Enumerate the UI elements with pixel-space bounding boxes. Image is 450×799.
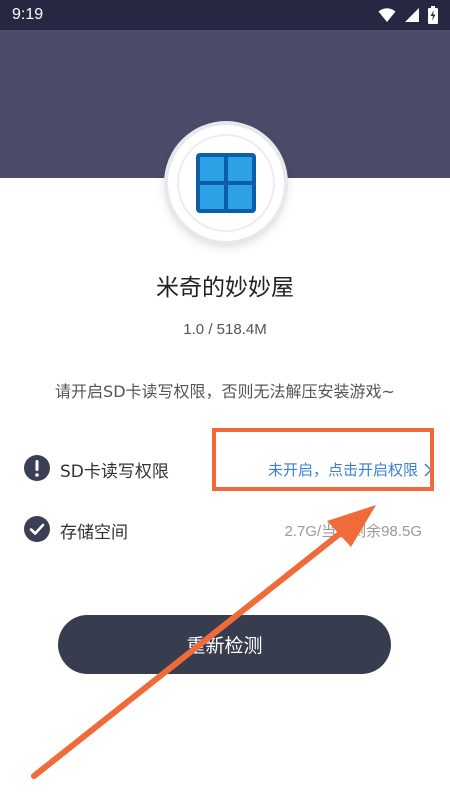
check-icon: [24, 516, 50, 542]
status-time: 9:19: [12, 6, 44, 23]
recheck-button[interactable]: 重新检测: [58, 615, 391, 674]
highlight-box: [212, 428, 434, 491]
signal-icon: [405, 8, 419, 22]
status-bar: 9:19: [0, 0, 450, 30]
storage-label: 存储空间: [60, 523, 128, 543]
battery-icon: [428, 6, 438, 24]
app-title: 米奇的妙妙屋: [156, 275, 294, 301]
storage-value: 2.7G/当前剩余98.5G: [284, 523, 422, 540]
wifi-icon: [378, 8, 396, 22]
sd-permission-label: SD卡读写权限: [60, 462, 169, 482]
permission-prompt: 请开启SD卡读写权限，否则无法解压安装游戏~: [55, 382, 395, 401]
storage-row: 存储空间 2.7G/当前剩余98.5G: [24, 513, 434, 547]
status-icons: [378, 6, 438, 24]
warning-icon: [24, 455, 50, 481]
app-icon: [168, 125, 284, 241]
windows-logo-icon: [196, 153, 256, 213]
app-version-size: 1.0 / 518.4M: [183, 321, 267, 338]
